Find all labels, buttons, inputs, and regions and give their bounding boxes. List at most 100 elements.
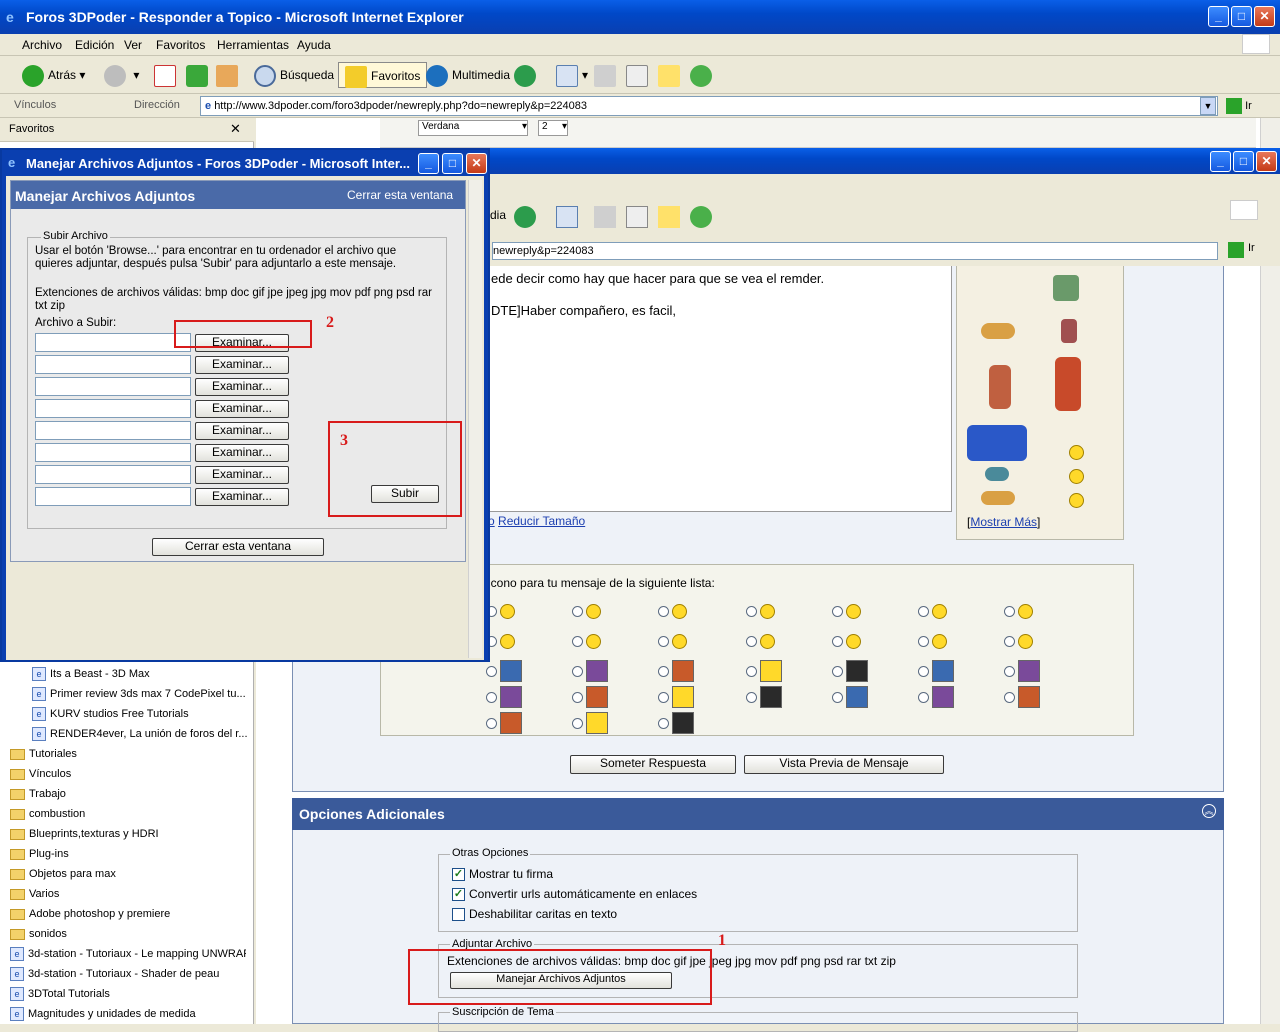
post-icon-radio[interactable]: [1004, 606, 1015, 617]
close-window-link[interactable]: Cerrar esta ventana: [347, 188, 453, 202]
favorites-folder[interactable]: Varios: [10, 884, 246, 904]
post-icon-radio[interactable]: [572, 718, 583, 729]
post-icon-image[interactable]: [672, 712, 694, 734]
option-row[interactable]: ✓ Mostrar tu firma: [452, 867, 553, 882]
post-icon-radio[interactable]: [918, 692, 929, 703]
go-button[interactable]: Ir: [1248, 242, 1255, 254]
post-icon-image[interactable]: [672, 660, 694, 682]
favorites-link[interactable]: e KURV studios Free Tutorials: [32, 704, 268, 724]
browse-button[interactable]: Examinar...: [195, 378, 289, 396]
popup-maximize-button[interactable]: □: [442, 153, 463, 174]
favorites-link[interactable]: e 3DTotal Tutorials: [10, 984, 246, 1004]
menu-favoritos[interactable]: Favoritos: [156, 38, 205, 52]
minimize-button[interactable]: _: [1208, 6, 1229, 27]
address-input[interactable]: e http://www.3dpoder.com/foro3dpoder/new…: [200, 96, 1218, 116]
post-icon-radio[interactable]: [918, 636, 929, 647]
favorites-link[interactable]: e Magnitudes y unidades de medida: [10, 1004, 246, 1024]
messenger-button[interactable]: [690, 62, 716, 88]
favorites-folder[interactable]: Adobe photoshop y premiere: [10, 904, 246, 924]
favorites-link[interactable]: e Its a Beast - 3D Max: [32, 664, 268, 684]
post-icon-radio[interactable]: [572, 636, 583, 647]
menu-archivo[interactable]: Archivo: [22, 38, 62, 52]
favorites-link[interactable]: e 3d-station - Tutoriaux - Shader de peau: [10, 964, 246, 984]
post-icon-radio[interactable]: [918, 666, 929, 677]
smiley-icon[interactable]: [1053, 275, 1079, 301]
post-icon-image[interactable]: [672, 604, 687, 619]
post-icon-image[interactable]: [1018, 604, 1033, 619]
size-select[interactable]: 2 ▾: [538, 120, 568, 136]
post-icon-image[interactable]: [586, 604, 601, 619]
post-icon-image[interactable]: [500, 686, 522, 708]
refresh-button[interactable]: [186, 62, 212, 88]
post-icon-image[interactable]: [500, 634, 515, 649]
post-icon-radio[interactable]: [658, 692, 669, 703]
post-icon-image[interactable]: [586, 712, 608, 734]
menu-ayuda[interactable]: Ayuda: [297, 38, 331, 52]
favorites-folder[interactable]: sonidos: [10, 924, 246, 944]
browse-button[interactable]: Examinar...: [195, 466, 289, 484]
smiley-icon[interactable]: [981, 323, 1015, 339]
go-arrow-icon[interactable]: [1228, 242, 1244, 258]
post-icon-radio[interactable]: [658, 606, 669, 617]
favorites-link[interactable]: e RENDER4ever, La unión de foros del r...: [32, 724, 268, 744]
smile-icon[interactable]: [1069, 445, 1084, 460]
smiley-icon[interactable]: [989, 365, 1011, 409]
preview-button[interactable]: Vista Previa de Mensaje: [744, 755, 944, 774]
post-icon-image[interactable]: [1018, 634, 1033, 649]
mail-button[interactable]: ▾: [556, 62, 588, 88]
post-icon-radio[interactable]: [832, 692, 843, 703]
print-button[interactable]: [594, 62, 620, 88]
close-favorites-icon[interactable]: ✕: [230, 121, 241, 137]
popup-close-button[interactable]: ✕: [466, 153, 487, 174]
reduce-size-link[interactable]: Reducir Tamaño: [498, 514, 585, 528]
menu-herramientas[interactable]: Herramientas: [217, 38, 289, 52]
file-path-input[interactable]: [35, 333, 191, 352]
post-icon-image[interactable]: [760, 686, 782, 708]
address-dropdown[interactable]: ▼: [1200, 97, 1216, 115]
option-checkbox[interactable]: ✓: [452, 888, 465, 902]
post-icon-radio[interactable]: [918, 606, 929, 617]
grin-icon[interactable]: [1069, 493, 1084, 508]
post-icon-radio[interactable]: [746, 606, 757, 617]
popup-scrollbar[interactable]: [468, 180, 482, 658]
option-checkbox[interactable]: ✓: [452, 868, 465, 882]
post-icon-image[interactable]: [846, 686, 868, 708]
file-path-input[interactable]: [35, 377, 191, 396]
post-icon-image[interactable]: [846, 660, 868, 682]
couch-smiley-icon[interactable]: [967, 425, 1027, 461]
favorites-folder[interactable]: Tutoriales: [10, 744, 246, 764]
favorites-folder[interactable]: Blueprints,texturas y HDRI: [10, 824, 246, 844]
submit-reply-button[interactable]: Someter Respuesta: [570, 755, 736, 774]
smiley-icon[interactable]: [1061, 319, 1077, 343]
browse-button[interactable]: Examinar...: [195, 488, 289, 506]
post-icon-radio[interactable]: [832, 606, 843, 617]
close-button[interactable]: ✕: [1256, 151, 1277, 172]
favorites-link[interactable]: e 3d-station - Tutoriaux - Le mapping UNW…: [10, 944, 246, 964]
post-icon-radio[interactable]: [486, 666, 497, 677]
favorites-folder[interactable]: Plug-ins: [10, 844, 246, 864]
show-more-link[interactable]: Mostrar Más: [970, 515, 1037, 529]
post-icon-radio[interactable]: [1004, 636, 1015, 647]
home-button[interactable]: [216, 62, 242, 88]
go-button[interactable]: Ir: [1226, 96, 1276, 116]
post-icon-image[interactable]: [586, 634, 601, 649]
post-icon-image[interactable]: [846, 604, 861, 619]
browse-button[interactable]: Examinar...: [195, 356, 289, 374]
collapse-icon[interactable]: ︽: [1202, 804, 1216, 818]
post-icon-radio[interactable]: [746, 692, 757, 703]
post-icon-image[interactable]: [1018, 686, 1040, 708]
minimize-button[interactable]: _: [1210, 151, 1231, 172]
edit-button[interactable]: [626, 62, 652, 88]
close-button[interactable]: ✕: [1254, 6, 1275, 27]
post-icon-radio[interactable]: [746, 666, 757, 677]
edit-icon[interactable]: [626, 206, 648, 228]
post-icon-radio[interactable]: [572, 606, 583, 617]
post-icon-image[interactable]: [672, 634, 687, 649]
second-window-address[interactable]: newreply&p=224083: [492, 242, 1218, 260]
post-icon-image[interactable]: [500, 660, 522, 682]
favorites-folder[interactable]: combustion: [10, 804, 246, 824]
menu-edicion[interactable]: Edición: [75, 38, 114, 52]
stop-button[interactable]: [154, 62, 180, 88]
post-icon-radio[interactable]: [658, 666, 669, 677]
file-path-input[interactable]: [35, 443, 191, 462]
